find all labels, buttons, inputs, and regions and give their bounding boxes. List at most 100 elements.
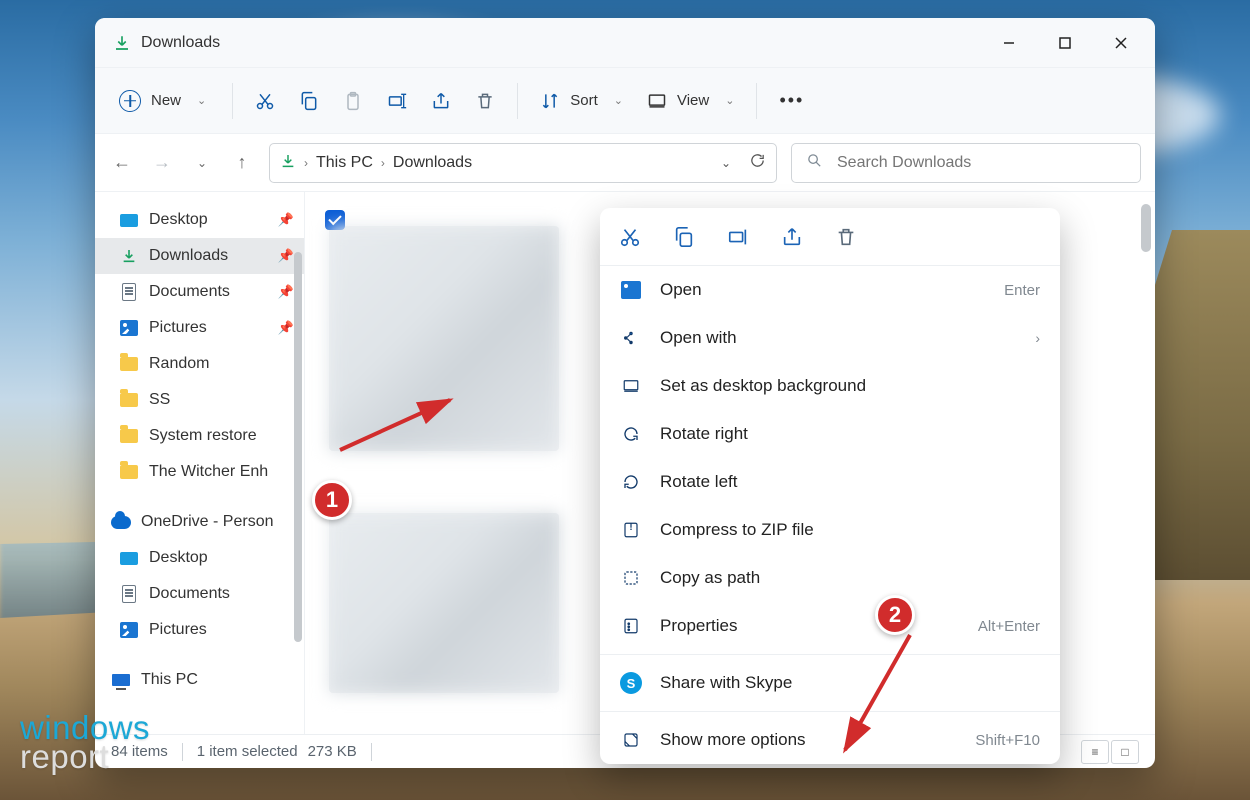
folder-icon <box>120 465 138 479</box>
toolbar: New ⌄ Sort ⌄ View ⌄ ••• <box>95 68 1155 134</box>
sidebar-scrollbar[interactable] <box>294 252 302 642</box>
cut-button[interactable] <box>245 81 285 121</box>
sidebar-item-label: Documents <box>149 585 230 603</box>
ctx-rotate-left[interactable]: Rotate left <box>600 458 1060 506</box>
document-icon <box>122 585 136 603</box>
search-input[interactable] <box>837 154 1126 172</box>
delete-icon[interactable] <box>834 225 858 249</box>
sidebar-item-label: Pictures <box>149 319 207 337</box>
sidebar-item-ss[interactable]: SS <box>95 382 304 418</box>
search-box[interactable] <box>791 143 1141 183</box>
chevron-down-icon: ⌄ <box>197 94 206 107</box>
chevron-right-icon: › <box>1035 330 1040 346</box>
annotation-badge-1: 1 <box>312 480 352 520</box>
copy-button[interactable] <box>289 81 329 121</box>
breadcrumb-downloads[interactable]: Downloads <box>393 154 472 172</box>
titlebar[interactable]: Downloads <box>95 18 1155 68</box>
sidebar-item-witcher[interactable]: The Witcher Enh <box>95 454 304 490</box>
downloads-icon <box>119 246 139 266</box>
back-button[interactable]: ← <box>109 150 135 176</box>
wallpaper-icon <box>620 375 642 397</box>
thumbnails-view-button[interactable]: □ <box>1111 740 1139 764</box>
sidebar-item-system-restore[interactable]: System restore <box>95 418 304 454</box>
more-button[interactable]: ••• <box>769 81 814 121</box>
sidebar-item-onedrive[interactable]: OneDrive - Person <box>95 504 304 540</box>
address-bar[interactable]: › This PC › Downloads ⌄ <box>269 143 777 183</box>
new-label: New <box>151 92 181 109</box>
onedrive-icon <box>111 516 131 529</box>
ctx-copy-path[interactable]: Copy as path <box>600 554 1060 602</box>
address-dropdown[interactable]: ⌄ <box>721 156 731 170</box>
desktop-icon <box>120 214 138 227</box>
ctx-compress[interactable]: Compress to ZIP file <box>600 506 1060 554</box>
downloads-icon <box>280 153 296 173</box>
pictures-icon <box>120 320 138 336</box>
maximize-button[interactable] <box>1037 18 1093 68</box>
context-menu-toolbar <box>600 208 1060 266</box>
sidebar-item-od-documents[interactable]: Documents <box>95 576 304 612</box>
content-scrollbar[interactable] <box>1141 204 1151 252</box>
sidebar-item-random[interactable]: Random <box>95 346 304 382</box>
rename-button[interactable] <box>377 81 417 121</box>
sidebar-item-documents[interactable]: Documents 📌 <box>95 274 304 310</box>
sidebar-item-this-pc[interactable]: This PC <box>95 662 304 698</box>
pictures-icon <box>120 622 138 638</box>
folder-icon <box>120 393 138 407</box>
minimize-button[interactable] <box>981 18 1037 68</box>
sidebar-item-label: This PC <box>141 671 198 689</box>
skype-icon: S <box>620 672 642 694</box>
downloads-icon <box>113 34 131 52</box>
window-title: Downloads <box>141 34 220 52</box>
share-icon[interactable] <box>780 225 804 249</box>
search-icon <box>806 152 823 173</box>
sidebar-item-label: Downloads <box>149 247 228 265</box>
copy-icon[interactable] <box>672 225 696 249</box>
view-button[interactable]: View ⌄ <box>637 81 744 121</box>
sidebar-item-od-pictures[interactable]: Pictures <box>95 612 304 648</box>
zip-icon <box>620 519 642 541</box>
properties-icon <box>620 615 642 637</box>
pin-icon: 📌 <box>278 212 294 228</box>
sidebar-item-label: Documents <box>149 283 230 301</box>
breadcrumb-this-pc[interactable]: This PC <box>316 154 373 172</box>
plus-icon <box>119 90 141 112</box>
pin-icon: 📌 <box>278 284 294 300</box>
watermark: windowsreport <box>20 713 150 772</box>
pc-icon <box>112 674 130 686</box>
refresh-button[interactable] <box>749 152 766 173</box>
details-view-button[interactable]: ≡ <box>1081 740 1109 764</box>
rotate-left-icon <box>620 471 642 493</box>
new-button[interactable]: New ⌄ <box>105 81 220 121</box>
folder-icon <box>120 429 138 443</box>
sort-label: Sort <box>570 92 598 109</box>
sidebar-item-od-desktop[interactable]: Desktop <box>95 540 304 576</box>
recent-dropdown[interactable]: ⌄ <box>189 150 215 176</box>
share-button[interactable] <box>421 81 461 121</box>
open-with-icon <box>620 327 642 349</box>
paste-button[interactable] <box>333 81 373 121</box>
chevron-down-icon: ⌄ <box>614 94 623 107</box>
chevron-right-icon: › <box>381 156 385 170</box>
ctx-rotate-right[interactable]: Rotate right <box>600 410 1060 458</box>
close-button[interactable] <box>1093 18 1149 68</box>
ctx-set-bg[interactable]: Set as desktop background <box>600 362 1060 410</box>
sidebar-item-desktop[interactable]: Desktop📌 <box>95 202 304 238</box>
rename-icon[interactable] <box>726 225 750 249</box>
sidebar-item-label: Random <box>149 355 209 373</box>
sidebar-item-downloads[interactable]: Downloads📌 <box>95 238 304 274</box>
navigation-pane: Desktop📌 Downloads📌 Documents📌 Pictures📌… <box>95 192 305 734</box>
cut-icon[interactable] <box>618 225 642 249</box>
sort-button[interactable]: Sort ⌄ <box>530 81 633 121</box>
status-selection: 1 item selected <box>197 743 298 760</box>
folder-icon <box>120 357 138 371</box>
sidebar-item-label: System restore <box>149 427 257 445</box>
sidebar-item-pictures[interactable]: Pictures📌 <box>95 310 304 346</box>
up-button[interactable]: ↑ <box>229 150 255 176</box>
file-thumbnail[interactable] <box>329 513 559 693</box>
forward-button[interactable]: → <box>149 150 175 176</box>
ctx-open[interactable]: OpenEnter <box>600 266 1060 314</box>
more-options-icon <box>620 729 642 751</box>
sidebar-item-label: Desktop <box>149 549 208 567</box>
delete-button[interactable] <box>465 81 505 121</box>
ctx-open-with[interactable]: Open with› <box>600 314 1060 362</box>
